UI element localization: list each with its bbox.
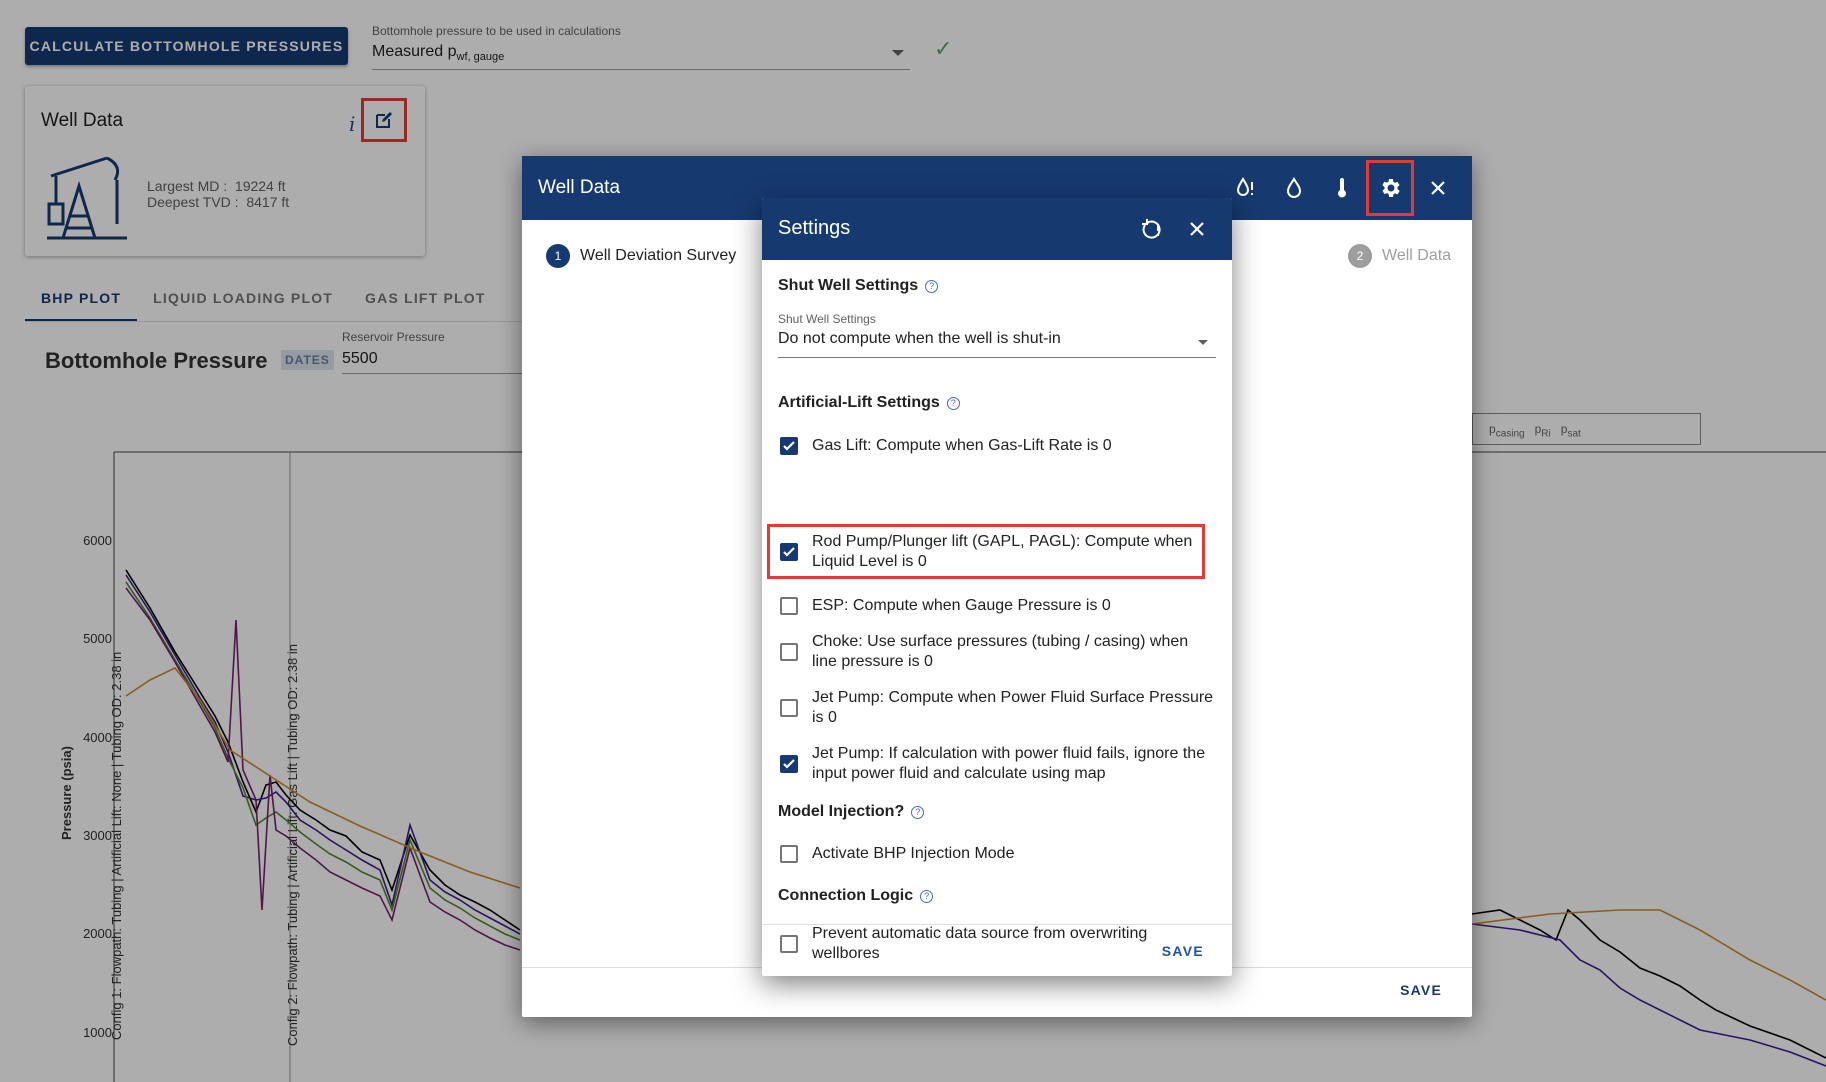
settings-dialog-header: Settings: [762, 198, 1232, 260]
close-icon[interactable]: [1414, 164, 1462, 212]
option-label: Jet Pump: If calculation with power flui…: [812, 745, 1206, 782]
shut-well-select-label: Shut Well Settings: [778, 312, 876, 326]
thermometer-icon[interactable]: [1318, 164, 1366, 212]
gear-icon[interactable]: [1366, 160, 1414, 216]
settings-dialog: Settings Shut Well Settings? Shut Well S…: [762, 198, 1232, 976]
help-icon[interactable]: ?: [925, 279, 939, 293]
step-well-data[interactable]: 2 Well Data: [1348, 244, 1451, 268]
option-label: Rod Pump/Plunger lift (GAPL, PAGL): Comp…: [812, 533, 1193, 570]
option-esp[interactable]: ESP: Compute when Gauge Pressure is 0: [778, 590, 1216, 622]
caret-down-icon: [1198, 340, 1208, 345]
close-icon[interactable]: [1174, 206, 1220, 252]
well-data-save-button[interactable]: SAVE: [1400, 982, 1442, 998]
model-injection-section-title: Model Injection??: [778, 803, 925, 821]
checkbox-unchecked[interactable]: [780, 699, 798, 717]
artificial-lift-section-title: Artificial-Lift Settings?: [778, 394, 960, 412]
step-well-deviation-survey[interactable]: 1 Well Deviation Survey: [546, 244, 736, 268]
step-label: Well Data: [1382, 247, 1452, 264]
option-choke[interactable]: Choke: Use surface pressures (tubing / c…: [778, 630, 1216, 674]
shut-well-section-title: Shut Well Settings?: [778, 277, 939, 295]
settings-dialog-footer: SAVE: [762, 924, 1232, 976]
checkbox-unchecked[interactable]: [780, 845, 798, 863]
option-bhp-injection[interactable]: Activate BHP Injection Mode: [778, 838, 1216, 870]
option-label: Gas Lift: Compute when Gas-Lift Rate is …: [812, 437, 1112, 454]
help-icon[interactable]: ?: [920, 889, 934, 903]
settings-dialog-title: Settings: [778, 217, 851, 239]
step-number: 1: [546, 244, 570, 268]
shut-well-select[interactable]: Shut Well Settings Do not compute when t…: [778, 310, 1216, 358]
checkbox-checked[interactable]: [780, 437, 798, 455]
checkbox-checked[interactable]: [780, 755, 798, 773]
option-label: Activate BHP Injection Mode: [812, 845, 1015, 862]
option-rod-pump[interactable]: Rod Pump/Plunger lift (GAPL, PAGL): Comp…: [778, 530, 1216, 574]
well-data-dialog-title: Well Data: [538, 177, 621, 198]
well-data-dialog-toolbar: [1222, 156, 1462, 220]
drop-icon[interactable]: [1270, 164, 1318, 212]
option-label: Choke: Use surface pressures (tubing / c…: [812, 633, 1189, 670]
settings-dialog-toolbar: [1128, 206, 1220, 252]
checkbox-unchecked[interactable]: [780, 597, 798, 615]
option-label: Jet Pump: Compute when Power Fluid Surfa…: [812, 689, 1214, 726]
option-jet-pump-power-fluid[interactable]: Jet Pump: Compute when Power Fluid Surfa…: [778, 686, 1216, 730]
option-jet-pump-map[interactable]: Jet Pump: If calculation with power flui…: [778, 742, 1216, 786]
option-gas-lift[interactable]: Gas Lift: Compute when Gas-Lift Rate is …: [778, 430, 1216, 462]
settings-save-button[interactable]: SAVE: [1162, 943, 1204, 959]
checkbox-checked[interactable]: [780, 543, 798, 561]
checkbox-unchecked[interactable]: [780, 643, 798, 661]
help-icon[interactable]: ?: [911, 805, 925, 819]
step-label: Well Deviation Survey: [580, 247, 737, 264]
shut-well-select-value: Do not compute when the well is shut-in: [778, 330, 1061, 347]
help-icon[interactable]: ?: [946, 396, 960, 410]
step-number: 2: [1348, 244, 1372, 268]
reset-icon[interactable]: [1128, 206, 1174, 252]
connection-logic-section-title: Connection Logic?: [778, 887, 934, 905]
option-label: ESP: Compute when Gauge Pressure is 0: [812, 597, 1111, 614]
